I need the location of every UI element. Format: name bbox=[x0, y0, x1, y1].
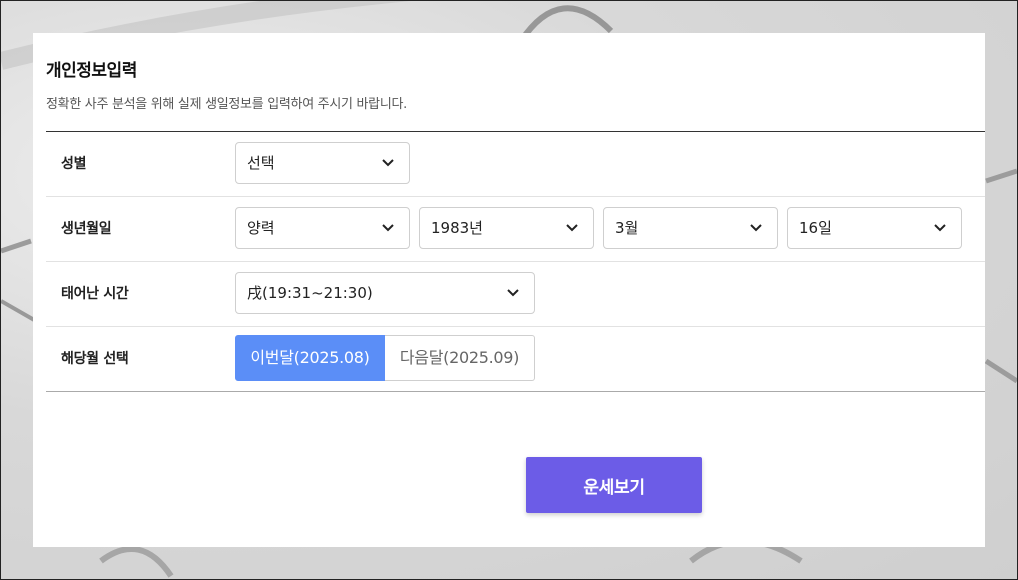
birth-month-select[interactable]: 3월 bbox=[603, 207, 778, 249]
calendar-type-value: 양력 bbox=[247, 219, 275, 237]
gender-label: 성별 bbox=[61, 156, 87, 172]
birth-time-row: 태어난 시간 戌(19:31~21:30) bbox=[46, 262, 985, 327]
page-title: 개인정보입력 bbox=[46, 61, 137, 81]
target-month-label: 해당월 선택 bbox=[61, 351, 129, 367]
page-subtitle: 정확한 사주 분석을 위해 실제 생일정보를 입력하여 주시기 바랍니다. bbox=[46, 97, 407, 112]
target-month-row: 해당월 선택 이번달(2025.08) 다음달(2025.09) bbox=[46, 327, 985, 391]
next-month-button[interactable]: 다음달(2025.09) bbox=[385, 335, 535, 381]
view-fortune-button[interactable]: 운세보기 bbox=[526, 457, 702, 513]
chevron-down-icon bbox=[566, 224, 578, 232]
birth-time-select[interactable]: 戌(19:31~21:30) bbox=[235, 272, 535, 314]
gender-row: 성별 선택 bbox=[46, 132, 985, 197]
chevron-down-icon bbox=[382, 159, 394, 167]
personal-info-card: 개인정보입력 정확한 사주 분석을 위해 실제 생일정보를 입력하여 주시기 바… bbox=[33, 33, 985, 547]
birth-year-value: 1983년 bbox=[431, 219, 483, 237]
month-toggle-group: 이번달(2025.08) 다음달(2025.09) bbox=[235, 335, 535, 381]
chevron-down-icon bbox=[382, 224, 394, 232]
chevron-down-icon bbox=[507, 289, 519, 297]
birth-day-value: 16일 bbox=[799, 219, 832, 237]
birth-year-select[interactable]: 1983년 bbox=[419, 207, 594, 249]
birth-day-select[interactable]: 16일 bbox=[787, 207, 962, 249]
birth-time-label: 태어난 시간 bbox=[61, 286, 129, 302]
this-month-button[interactable]: 이번달(2025.08) bbox=[235, 335, 385, 381]
gender-select[interactable]: 선택 bbox=[235, 142, 410, 184]
chevron-down-icon bbox=[750, 224, 762, 232]
gender-select-value: 선택 bbox=[247, 154, 275, 172]
personal-info-form: 성별 선택 생년월일 양력 1983년 3월 16일 태어난 시간 戌(19:3… bbox=[46, 131, 985, 392]
chevron-down-icon bbox=[934, 224, 946, 232]
birth-time-value: 戌(19:31~21:30) bbox=[247, 284, 373, 302]
birthdate-label: 생년월일 bbox=[61, 221, 112, 237]
birthdate-row: 생년월일 양력 1983년 3월 16일 bbox=[46, 197, 985, 262]
birth-month-value: 3월 bbox=[615, 219, 639, 237]
calendar-type-select[interactable]: 양력 bbox=[235, 207, 410, 249]
